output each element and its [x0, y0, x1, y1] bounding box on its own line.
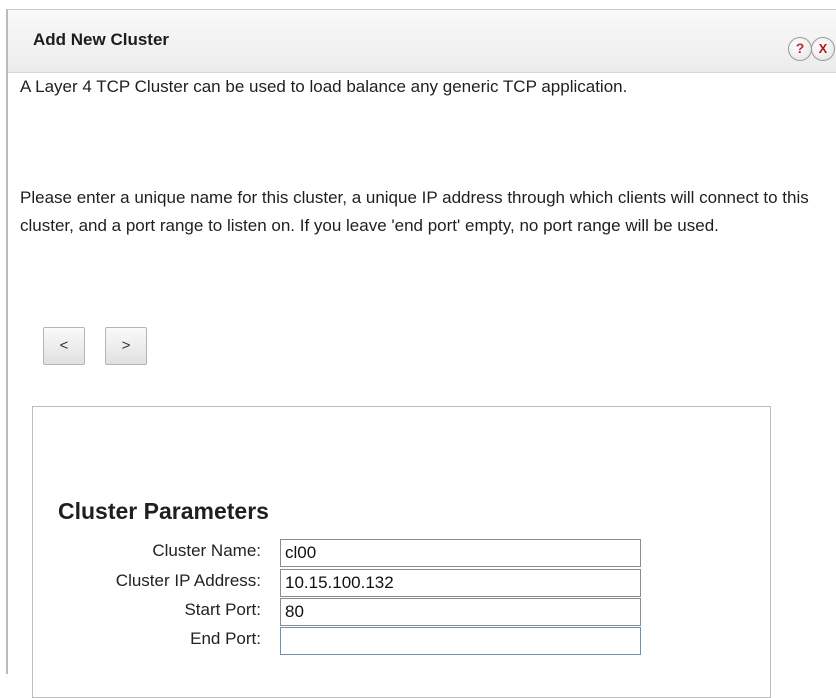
cluster-parameters-title: Cluster Parameters: [58, 498, 269, 524]
next-button[interactable]: >: [105, 327, 147, 365]
description-text: A Layer 4 TCP Cluster can be used to loa…: [20, 77, 628, 96]
instruction-text: Please enter a unique name for this clus…: [20, 188, 809, 235]
add-cluster-dialog: Add New Cluster ? X A Layer 4 TCP Cluste…: [6, 9, 836, 698]
help-icon[interactable]: ?: [788, 37, 812, 61]
cluster-name-label: Cluster Name:: [152, 541, 261, 560]
previous-button[interactable]: <: [43, 327, 85, 365]
end-port-label: End Port:: [190, 629, 261, 648]
start-port-input[interactable]: 80: [280, 598, 641, 626]
end-port-input[interactable]: [280, 627, 641, 655]
dialog-title: Add New Cluster: [33, 30, 170, 49]
dialog-header: Add New Cluster ? X: [8, 10, 836, 73]
close-icon[interactable]: X: [811, 37, 835, 61]
cluster-name-input[interactable]: cl00: [280, 539, 641, 567]
cluster-ip-input[interactable]: 10.15.100.132: [280, 569, 641, 597]
start-port-label: Start Port:: [184, 600, 261, 619]
cluster-ip-label: Cluster IP Address:: [115, 571, 261, 590]
